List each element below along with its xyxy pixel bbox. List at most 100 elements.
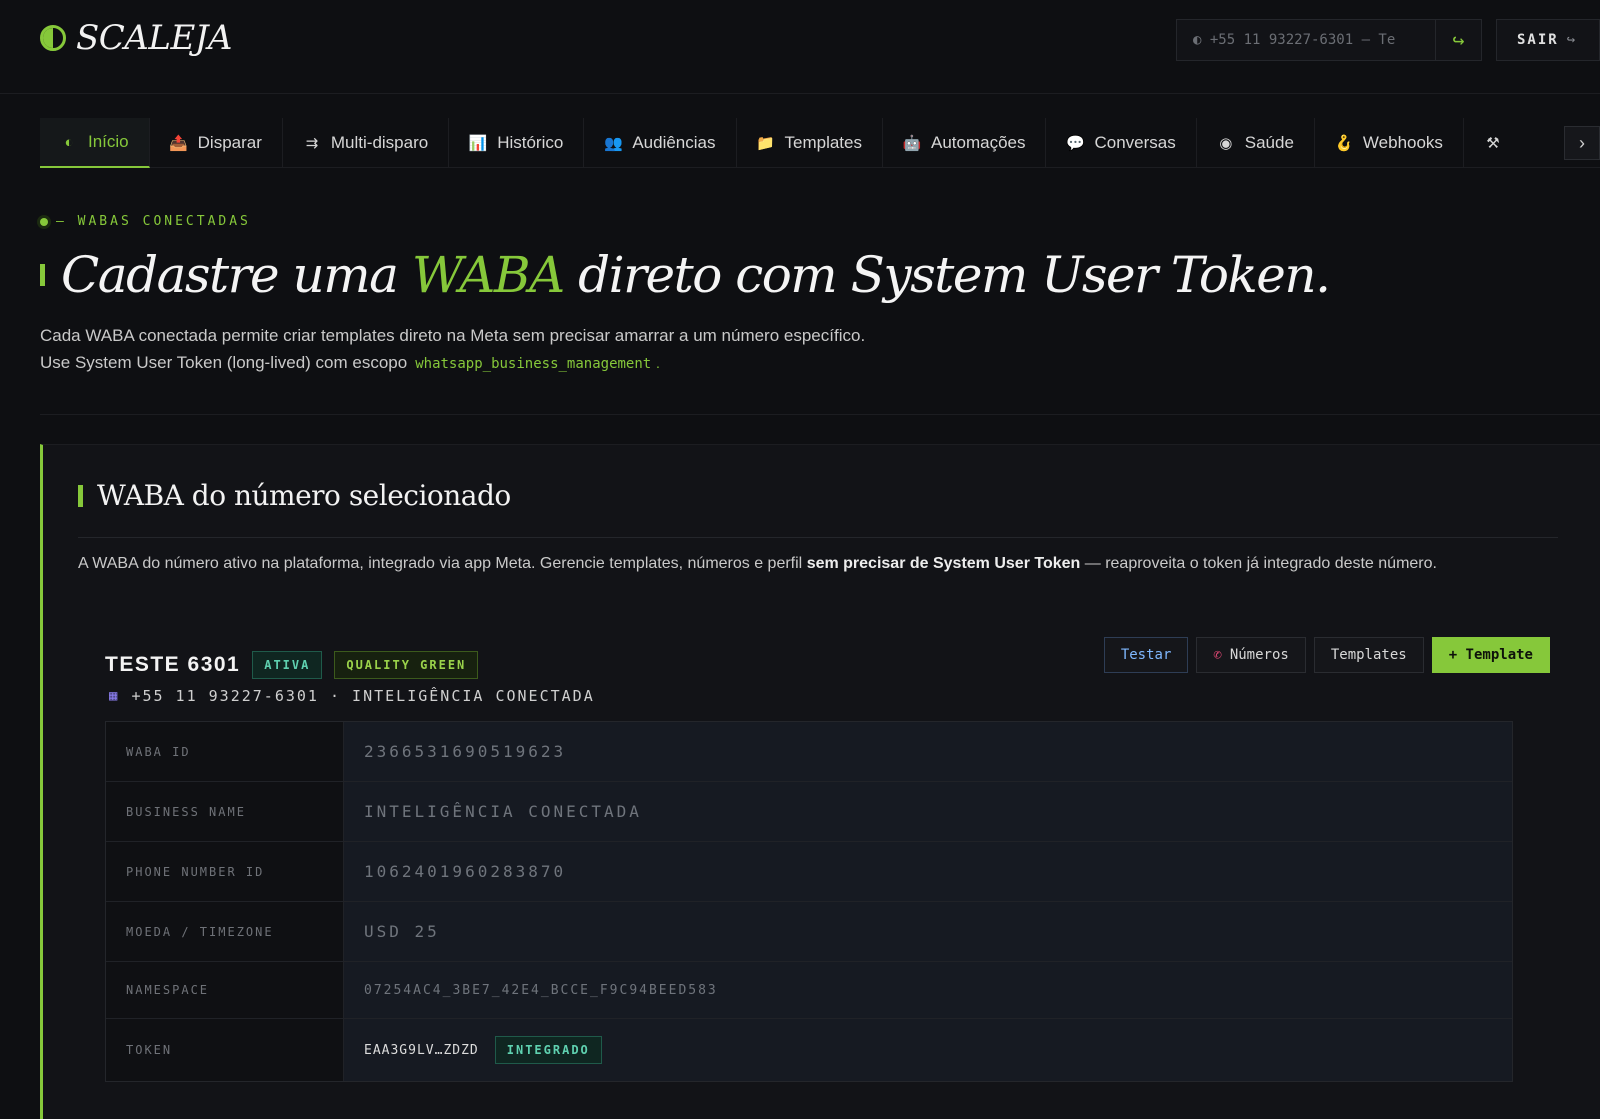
scope-code: whatsapp_business_management xyxy=(415,356,652,372)
section-header: WABA do número selecionado xyxy=(78,479,511,512)
waba-header: TESTE 6301 ATIVA QUALITY GREEN xyxy=(105,651,479,679)
tab-label: Disparar xyxy=(197,133,262,152)
logo-half-circle-icon xyxy=(40,25,66,51)
tab-tools[interactable]: ⚒ xyxy=(1464,118,1522,168)
users-icon: 👥 xyxy=(603,135,623,152)
field-label: BUSINESS NAME xyxy=(106,782,344,841)
tab-conversas[interactable]: 💬 Conversas xyxy=(1046,118,1197,168)
tab-multi-disparo[interactable]: ⇉ Multi-disparo xyxy=(283,118,450,168)
tab-label: Templates xyxy=(784,133,862,152)
logout-button[interactable]: SAIR ↪ xyxy=(1496,19,1600,61)
section-accent-bar xyxy=(78,484,83,507)
field-label: NAMESPACE xyxy=(106,962,344,1018)
tab-label: Automações xyxy=(930,133,1026,152)
waba-info-table: WABA ID 2366531690519623 BUSINESS NAME I… xyxy=(105,721,1513,1082)
field-value: 07254AC4_3BE7_42E4_BCCE_F9C94BEED583 xyxy=(344,962,1512,1018)
tab-label: Conversas xyxy=(1094,133,1176,152)
field-value: 2366531690519623 xyxy=(344,722,1512,781)
chevron-right-icon: › xyxy=(1579,132,1585,153)
tabs-scroll-right-button[interactable]: › xyxy=(1564,126,1600,160)
arrow-right-hook-icon[interactable]: ↪ xyxy=(1435,20,1481,60)
page-heading: Cadastre uma WABA direto com System User… xyxy=(61,246,1331,304)
tab-historico[interactable]: 📊 Histórico xyxy=(449,118,585,168)
title-part: Cadastre uma xyxy=(61,246,412,304)
desc-text: — reaproveita o token já integrado deste… xyxy=(1080,555,1437,572)
button-label: + Template xyxy=(1448,647,1533,663)
radio-dot-icon: ◉ xyxy=(1219,135,1233,152)
eyebrow-label: — WABAS CONECTADAS xyxy=(56,214,251,229)
section-description: A WABA do número ativo na plataforma, in… xyxy=(78,555,1437,573)
top-bar: SCALEJA ◐ +55 11 93227-6301 — Te ↪ SAIR … xyxy=(0,0,1600,94)
title-part: direto com System User Token. xyxy=(563,246,1331,304)
tab-label: Histórico xyxy=(497,133,564,152)
token-value: EAA3G9LV…ZDZD xyxy=(364,1042,479,1058)
tab-inicio[interactable]: ◐ Início xyxy=(40,118,150,168)
waba-section: WABA do número selecionado A WABA do núm… xyxy=(40,444,1600,1119)
waba-actions: Testar ✆ Números Templates + Template xyxy=(1103,637,1550,673)
field-value: INTELIGÊNCIA CONECTADA xyxy=(344,782,1512,841)
tab-disparar[interactable]: 📤 Disparar xyxy=(150,118,283,168)
tab-label: Webhooks xyxy=(1362,133,1443,152)
tab-saude[interactable]: ◉ Saúde xyxy=(1197,118,1315,168)
divider xyxy=(40,414,1600,415)
table-row: NAMESPACE 07254AC4_3BE7_42E4_BCCE_F9C94B… xyxy=(106,962,1512,1019)
tab-audiencias[interactable]: 👥 Audiências xyxy=(584,118,737,168)
test-button[interactable]: Testar xyxy=(1103,637,1189,673)
logout-icon: ↪ xyxy=(1566,32,1576,48)
table-row: MOEDA / TIMEZONE USD 25 xyxy=(106,902,1512,962)
desc-bold: sem precisar de System User Token xyxy=(806,555,1081,572)
logout-label: SAIR xyxy=(1517,32,1559,48)
token-value-cell: EAA3G9LV…ZDZD INTEGRADO xyxy=(344,1019,1512,1081)
half-circle-icon: ◐ xyxy=(64,133,74,151)
status-badge: ATIVA xyxy=(252,651,323,679)
status-dot-icon xyxy=(40,217,48,226)
table-row: WABA ID 2366531690519623 xyxy=(106,722,1512,782)
field-label: TOKEN xyxy=(106,1019,344,1081)
tab-automacoes[interactable]: 🤖 Automações xyxy=(883,118,1047,168)
phone-selector-value[interactable]: ◐ +55 11 93227-6301 — Te xyxy=(1177,32,1435,48)
brand-name: SCALEJA xyxy=(76,18,232,58)
phone-icon: ✆ xyxy=(1213,647,1222,663)
table-row: TOKEN EAA3G9LV…ZDZD INTEGRADO xyxy=(106,1019,1512,1081)
page-title: Cadastre uma WABA direto com System User… xyxy=(40,246,1331,304)
phone-selector[interactable]: ◐ +55 11 93227-6301 — Te ↪ xyxy=(1176,19,1482,61)
tab-label: Início xyxy=(88,132,129,151)
templates-button[interactable]: Templates xyxy=(1313,637,1424,673)
description-line-1: Cada WABA conectada permite criar templa… xyxy=(40,326,866,345)
section-eyebrow: — WABAS CONECTADAS xyxy=(40,214,251,229)
tab-webhooks[interactable]: 🪝 Webhooks xyxy=(1315,118,1464,168)
button-label: Números xyxy=(1229,647,1289,663)
divider xyxy=(78,537,1558,538)
title-accent-bar xyxy=(40,264,45,286)
title-accent: WABA xyxy=(411,246,565,304)
waba-subtitle: ▦ +55 11 93227-6301 · INTELIGÊNCIA CONEC… xyxy=(109,687,595,705)
brand-logo[interactable]: SCALEJA xyxy=(40,18,232,58)
main-nav-tabs: ◐ Início 📤 Disparar ⇉ Multi-disparo 📊 Hi… xyxy=(40,118,1600,168)
tab-templates[interactable]: 📁 Templates xyxy=(737,118,883,168)
speech-bubble-icon: 💬 xyxy=(1066,135,1085,152)
tab-label: Audiências xyxy=(632,133,716,152)
waba-subtitle-text: +55 11 93227-6301 · INTELIGÊNCIA CONECTA… xyxy=(131,687,595,705)
tools-icon: ⚒ xyxy=(1486,135,1500,152)
button-label: Templates xyxy=(1330,647,1407,663)
table-row: PHONE NUMBER ID 1062401960283870 xyxy=(106,842,1512,902)
table-row: BUSINESS NAME INTELIGÊNCIA CONECTADA xyxy=(106,782,1512,842)
description-line-2: Use System User Token (long-lived) com e… xyxy=(40,349,865,378)
field-label: WABA ID xyxy=(106,722,344,781)
folder-icon: 📁 xyxy=(756,135,775,152)
token-status-badge: INTEGRADO xyxy=(494,1036,602,1064)
section-title: WABA do número selecionado xyxy=(97,479,511,512)
waba-name: TESTE 6301 xyxy=(105,653,241,676)
description-end: . xyxy=(655,355,660,371)
hook-icon: 🪝 xyxy=(1334,135,1354,152)
quality-badge: QUALITY GREEN xyxy=(334,651,479,679)
phone-device-icon: ▦ xyxy=(109,688,120,704)
field-value: 1062401960283870 xyxy=(344,842,1512,901)
numbers-button[interactable]: ✆ Números xyxy=(1196,637,1306,673)
robot-icon: 🤖 xyxy=(902,135,922,152)
new-template-button[interactable]: + Template xyxy=(1431,637,1550,673)
field-label: PHONE NUMBER ID xyxy=(106,842,344,901)
page-description: Cada WABA conectada permite criar templa… xyxy=(40,322,865,378)
outbox-icon: 📤 xyxy=(169,135,188,152)
field-value: USD 25 xyxy=(344,902,1512,961)
